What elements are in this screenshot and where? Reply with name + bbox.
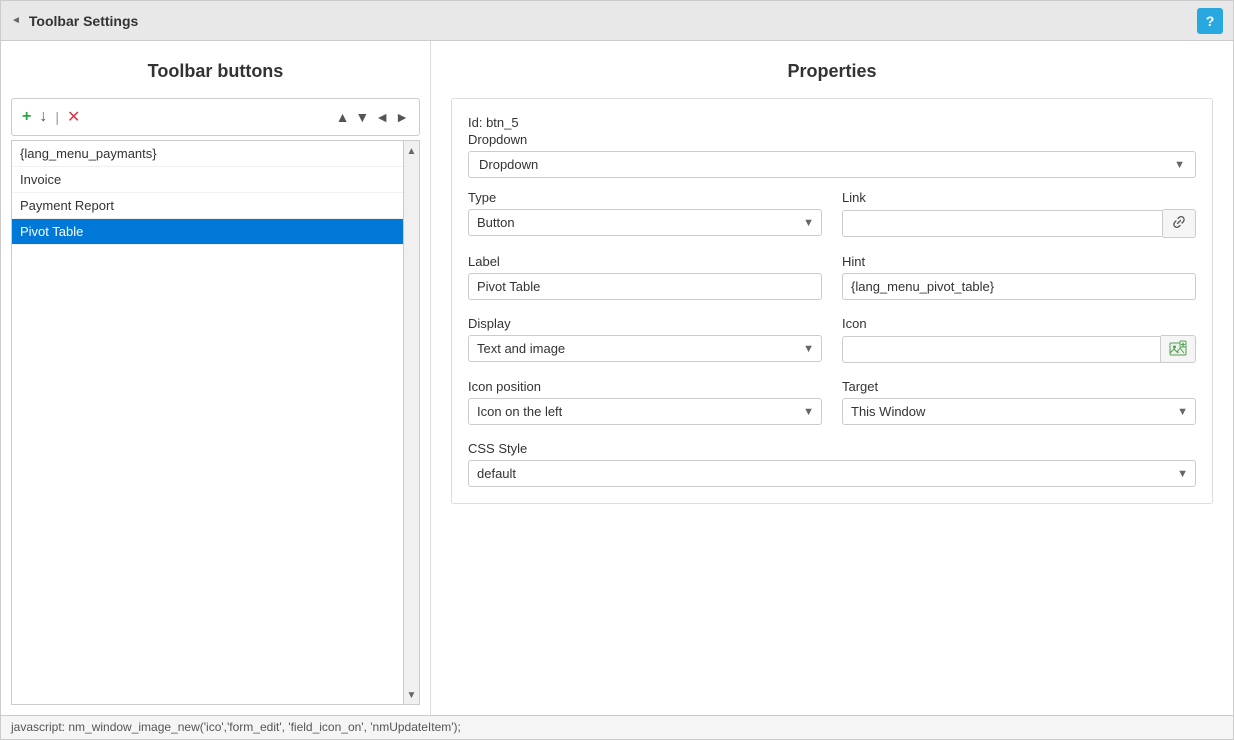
- hint-input[interactable]: [842, 273, 1196, 300]
- window-title: Toolbar Settings: [29, 13, 138, 29]
- icon-label: Icon: [842, 316, 1196, 331]
- icon-position-select[interactable]: Icon on the left Icon on the right: [468, 398, 822, 425]
- delete-button[interactable]: ✕: [67, 107, 80, 127]
- css-style-label: CSS Style: [468, 441, 1196, 456]
- label-input[interactable]: [468, 273, 822, 300]
- dropdown-value: Dropdown: [479, 157, 538, 172]
- label-label: Label: [468, 254, 822, 269]
- target-select[interactable]: This Window New Window Popup: [842, 398, 1196, 425]
- dropdown-arrow-icon: ▼: [1174, 159, 1185, 171]
- move-down-button[interactable]: ↓: [39, 108, 47, 126]
- help-button[interactable]: ?: [1197, 8, 1223, 34]
- target-label: Target: [842, 379, 1196, 394]
- collapse-arrow-icon[interactable]: ◄: [11, 15, 21, 26]
- nav-up-button[interactable]: ▲: [336, 109, 350, 125]
- icon-browse-button[interactable]: [1161, 335, 1196, 363]
- left-panel-title: Toolbar buttons: [11, 51, 420, 98]
- dropdown-field[interactable]: Dropdown ▼: [468, 151, 1196, 178]
- css-style-select[interactable]: default primary danger success: [468, 460, 1196, 487]
- image-browse-icon: [1169, 340, 1187, 358]
- icon-input[interactable]: [842, 336, 1161, 363]
- scroll-up-arrow[interactable]: ▲: [404, 143, 420, 160]
- list-item-pivot-table[interactable]: Pivot Table: [12, 219, 403, 245]
- id-line: Id: btn_5: [468, 115, 1196, 130]
- toolbar-area: + ↓ | ✕ ▲ ▼ ◄ ►: [11, 98, 420, 136]
- display-label: Display: [468, 316, 822, 331]
- link-icon-button[interactable]: [1163, 209, 1196, 238]
- link-icon: [1171, 214, 1187, 230]
- list-item-payment-report[interactable]: Payment Report: [12, 193, 403, 219]
- add-button[interactable]: +: [22, 108, 31, 126]
- type-select[interactable]: Button Separator Dropdown: [468, 209, 822, 236]
- status-bar: javascript: nm_window_image_new('ico','f…: [1, 715, 1233, 739]
- icon-position-label: Icon position: [468, 379, 822, 394]
- list-item-invoice[interactable]: Invoice: [12, 167, 403, 193]
- link-label: Link: [842, 190, 1196, 205]
- link-input[interactable]: [842, 210, 1163, 237]
- nav-down-button[interactable]: ▼: [355, 109, 369, 125]
- nav-left-button[interactable]: ◄: [375, 109, 389, 125]
- scroll-down-arrow[interactable]: ▼: [404, 687, 420, 704]
- separator-button[interactable]: |: [55, 109, 59, 125]
- dropdown-group-label: Dropdown: [468, 132, 1196, 147]
- right-panel-title: Properties: [451, 51, 1213, 98]
- hint-label: Hint: [842, 254, 1196, 269]
- list-item-header: {lang_menu_paymants}: [12, 141, 403, 167]
- display-select[interactable]: Text and image Text only Image only: [468, 335, 822, 362]
- type-label: Type: [468, 190, 822, 205]
- nav-right-button[interactable]: ►: [395, 109, 409, 125]
